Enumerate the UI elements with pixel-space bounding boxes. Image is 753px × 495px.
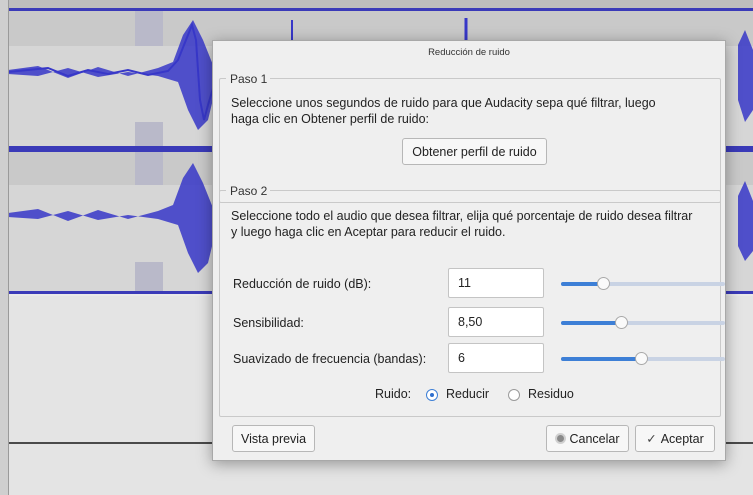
slider-handle[interactable] xyxy=(634,352,648,365)
step-1-legend: Paso 1 xyxy=(226,72,271,86)
step-2-description-line-1: Seleccione todo el audio que desea filtr… xyxy=(231,209,693,223)
step-1-group: Paso 1 Seleccione unos segundos de ruido… xyxy=(219,72,721,203)
slider-handle[interactable] xyxy=(597,277,611,290)
noise-label: Ruido: xyxy=(375,387,412,401)
get-noise-profile-button[interactable]: Obtener perfil de ruido xyxy=(402,138,547,165)
cancel-button[interactable]: Cancelar xyxy=(546,425,629,452)
residue-radio-label[interactable]: Residuo xyxy=(528,387,574,401)
slider-fill xyxy=(561,357,642,361)
sensitivity-label: Sensibilidad: xyxy=(233,316,304,330)
ok-button-label: Aceptar xyxy=(660,431,704,446)
residue-radio[interactable] xyxy=(508,389,520,401)
step-2-description: Seleccione todo el audio que desea filtr… xyxy=(231,208,692,240)
cancel-circle-icon xyxy=(555,433,567,444)
left-gutter xyxy=(0,0,9,495)
top-edge xyxy=(0,0,753,8)
reduce-radio-label[interactable]: Reducir xyxy=(446,387,489,401)
step-1-description: Seleccione unos segundos de ruido para q… xyxy=(231,95,656,127)
step-2-legend: Paso 2 xyxy=(226,184,271,198)
preview-button[interactable]: Vista previa xyxy=(232,425,315,452)
frequency-smoothing-label: Suavizado de frecuencia (bandas): xyxy=(233,352,427,366)
checkmark-icon: ✓ xyxy=(646,432,657,446)
sensitivity-slider[interactable] xyxy=(561,316,725,330)
sensitivity-input[interactable] xyxy=(448,307,544,337)
step-2-group: Paso 2 Seleccione todo el audio que dese… xyxy=(219,184,725,417)
dialog-title: Reducción de ruido xyxy=(428,47,510,58)
noise-reduction-dialog: Reducción de ruido Paso 1 Seleccione uno… xyxy=(212,40,726,461)
step-2-description-line-2: y luego haga clic en Aceptar para reduci… xyxy=(231,225,506,239)
slider-fill xyxy=(561,321,622,325)
noise-reduction-label: Reducción de ruido (dB): xyxy=(233,277,372,291)
frequency-smoothing-input[interactable] xyxy=(448,343,544,373)
reduce-radio[interactable] xyxy=(426,389,438,401)
frequency-smoothing-slider[interactable] xyxy=(561,352,725,366)
noise-reduction-slider[interactable] xyxy=(561,277,725,291)
cancel-button-label: Cancelar xyxy=(569,431,620,446)
slider-handle[interactable] xyxy=(615,316,629,329)
step-1-description-line-1: Seleccione unos segundos de ruido para q… xyxy=(231,96,656,110)
ok-button[interactable]: ✓ Aceptar xyxy=(635,425,715,452)
noise-reduction-input[interactable] xyxy=(448,268,544,298)
step-1-description-line-2: haga clic en Obtener perfil de ruido: xyxy=(231,112,430,126)
